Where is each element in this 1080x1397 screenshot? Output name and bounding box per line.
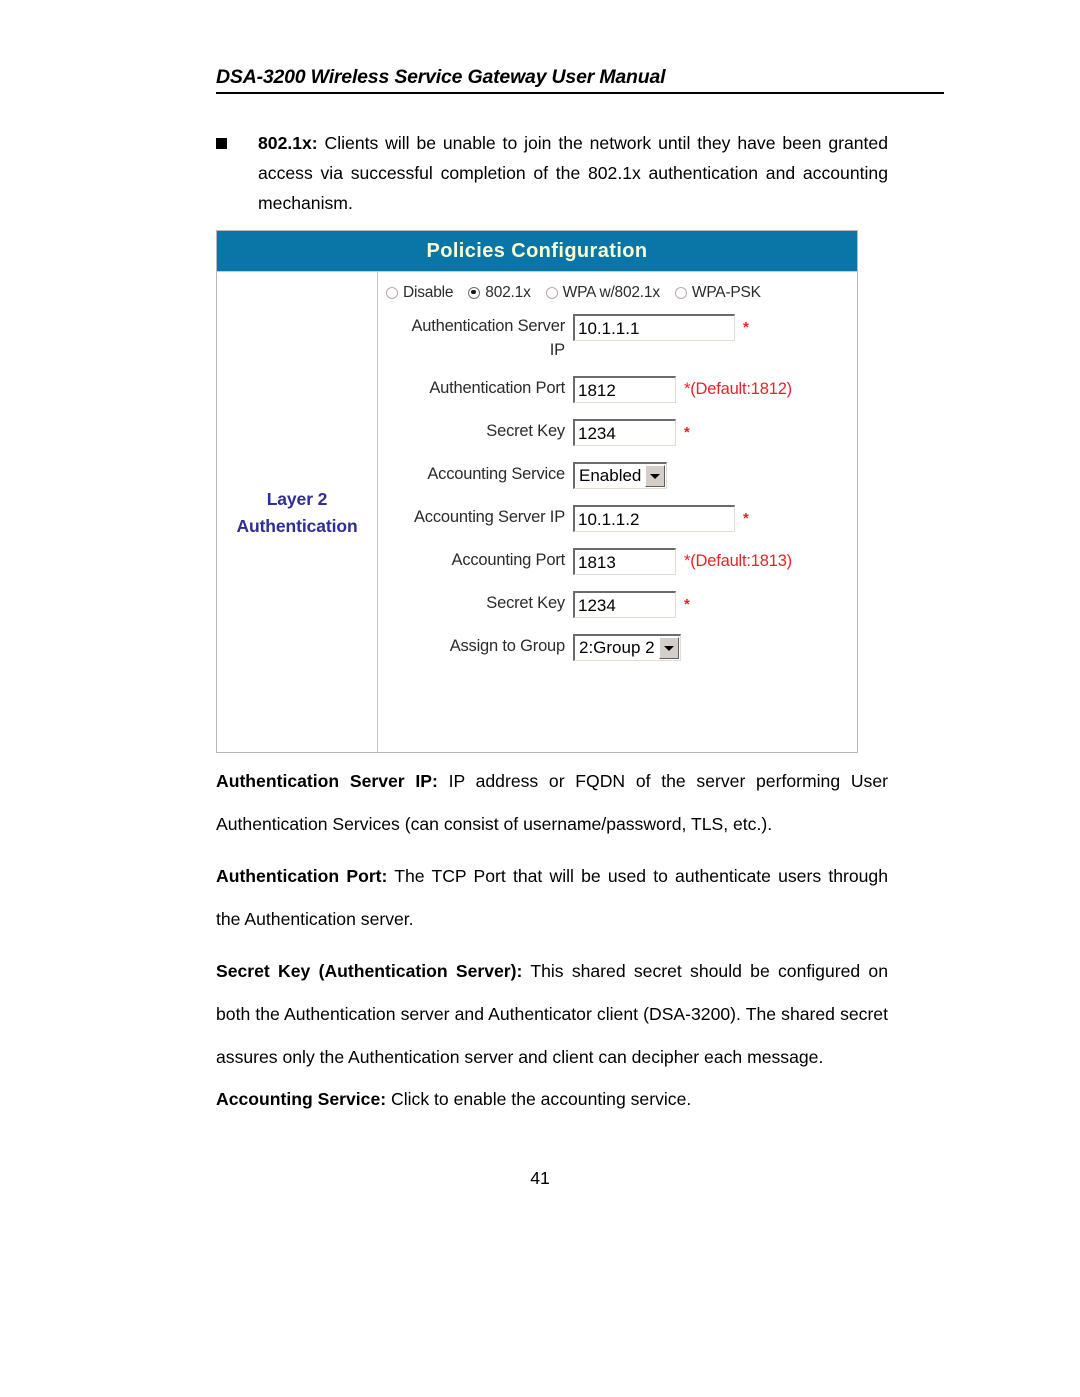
square-bullet-icon — [216, 138, 227, 149]
description-term-auth-server-ip: Authentication Server IP: — [216, 771, 438, 791]
required-asterisk-auth-secret-key: * — [684, 424, 690, 441]
input-auth-server-ip[interactable]: 10.1.1.1 — [573, 314, 735, 341]
description-secret-key: Secret Key (Authentication Server): This… — [216, 950, 888, 1079]
description-term-auth-port: Authentication Port: — [216, 866, 388, 886]
control-accounting-secret-key: 1234 * — [573, 591, 690, 618]
label-accounting-service: Accounting Service — [427, 465, 565, 483]
radio-label-wpa-psk: WPA-PSK — [691, 284, 761, 301]
control-accounting-service: Enabled — [573, 462, 668, 489]
input-accounting-port[interactable]: 1813 — [573, 548, 676, 575]
row-accounting-secret-key: Secret Key 1234 * — [378, 591, 857, 618]
radio-icon-wpa-psk[interactable] — [674, 287, 687, 299]
bullet-term: 802.1x: — [258, 133, 318, 153]
policies-configuration-panel: Policies Configuration Layer 2 Authentic… — [216, 230, 858, 753]
row-auth-server-ip: Authentication Server IP 10.1.1.1 * — [378, 314, 857, 362]
description-accounting-service: Accounting Service: Click to enable the … — [216, 1078, 888, 1121]
radio-icon-wpa-w-8021x[interactable] — [545, 287, 558, 299]
control-auth-port: 1812 *(Default:1812) — [573, 376, 792, 403]
row-accounting-port: Accounting Port 1813 *(Default:1813) — [378, 548, 857, 575]
panel-body: Layer 2 Authentication Disable 802.1x WP… — [217, 272, 857, 753]
radio-label-wpa-w-8021x: WPA w/802.1x — [562, 284, 660, 301]
required-asterisk-auth-server-ip: * — [743, 319, 749, 336]
sidebar-label-line2: Authentication — [236, 515, 358, 536]
control-auth-secret-key: 1234 * — [573, 419, 690, 446]
required-asterisk-accounting-secret-key: * — [684, 596, 690, 613]
document-header-title: DSA-3200 Wireless Service Gateway User M… — [216, 66, 666, 88]
description-auth-port: Authentication Port: The TCP Port that w… — [216, 855, 888, 941]
control-assign-to-group: 2:Group 2 — [573, 634, 681, 661]
radio-option-disable[interactable]: Disable — [386, 284, 453, 302]
description-text-accounting-service: Click to enable the accounting service. — [386, 1089, 692, 1109]
label-auth-server-ip-line2: IP — [549, 341, 565, 359]
select-assign-to-group[interactable]: 2:Group 2 — [573, 634, 681, 661]
control-auth-server-ip: 10.1.1.1 * — [573, 314, 749, 341]
radio-label-8021x: 802.1x — [485, 284, 531, 301]
row-accounting-service: Accounting Service Enabled — [378, 462, 857, 489]
document-header: DSA-3200 Wireless Service Gateway User M… — [216, 66, 944, 94]
radio-icon-disable[interactable] — [386, 287, 398, 299]
row-assign-to-group: Assign to Group 2:Group 2 — [378, 634, 857, 661]
label-accounting-port: Accounting Port — [451, 551, 566, 569]
label-auth-server-ip: Authentication Server IP — [378, 314, 573, 362]
control-accounting-server-ip: 10.1.1.2 * — [573, 505, 749, 532]
select-assign-to-group-value: 2:Group 2 — [579, 638, 655, 657]
row-auth-secret-key: Secret Key 1234 * — [378, 419, 857, 446]
row-accounting-server-ip: Accounting Server IP 10.1.1.2 * — [378, 505, 857, 532]
sidebar-label-line1: Layer 2 — [266, 488, 328, 509]
input-auth-port[interactable]: 1812 — [573, 376, 676, 403]
radio-option-wpa-w-8021x[interactable]: WPA w/802.1x — [545, 284, 660, 302]
description-auth-server-ip: Authentication Server IP: IP address or … — [216, 760, 888, 846]
label-auth-server-ip-line1: Authentication Server — [411, 317, 565, 335]
configuration-form: Disable 802.1x WPA w/802.1x WPA-PSK Auth… — [378, 272, 857, 753]
radio-icon-8021x[interactable] — [468, 287, 481, 299]
document-header-rule — [216, 92, 944, 94]
control-accounting-port: 1813 *(Default:1813) — [573, 548, 792, 575]
row-auth-port: Authentication Port 1812 *(Default:1812) — [378, 376, 857, 403]
label-auth-port: Authentication Port — [429, 379, 565, 397]
panel-title-bar: Policies Configuration — [217, 231, 857, 272]
label-auth-secret-key: Secret Key — [486, 422, 565, 440]
security-mode-radio-group: Disable 802.1x WPA w/802.1x WPA-PSK — [378, 284, 857, 302]
input-accounting-secret-key[interactable]: 1234 — [573, 591, 676, 618]
radio-option-8021x[interactable]: 802.1x — [468, 284, 531, 302]
label-accounting-secret-key: Secret Key — [486, 594, 565, 612]
select-accounting-service[interactable]: Enabled — [573, 462, 668, 489]
chevron-down-icon-group[interactable] — [658, 637, 679, 659]
page-number: 41 — [530, 1168, 550, 1188]
bullet-paragraph-text: 802.1x: Clients will be unable to join t… — [258, 128, 888, 218]
manual-page: DSA-3200 Wireless Service Gateway User M… — [0, 0, 1080, 1397]
panel-title: Policies Configuration — [426, 239, 648, 262]
bullet-body: Clients will be unable to join the netwo… — [258, 133, 888, 213]
select-accounting-service-value: Enabled — [579, 466, 642, 485]
label-accounting-server-ip: Accounting Server IP — [414, 508, 565, 526]
bullet-paragraph: 802.1x: Clients will be unable to join t… — [216, 128, 888, 218]
required-asterisk-accounting-server-ip: * — [743, 510, 749, 527]
label-assign-to-group: Assign to Group — [449, 637, 566, 655]
note-auth-port-default: *(Default:1812) — [684, 380, 792, 398]
radio-option-wpa-psk[interactable]: WPA-PSK — [674, 284, 761, 302]
input-accounting-server-ip[interactable]: 10.1.1.2 — [573, 505, 735, 532]
description-term-secret-key: Secret Key (Authentication Server): — [216, 961, 523, 981]
chevron-down-icon[interactable] — [645, 465, 666, 487]
sidebar-label: Layer 2 Authentication — [236, 486, 357, 540]
input-auth-secret-key[interactable]: 1234 — [573, 419, 676, 446]
note-accounting-port-default: *(Default:1813) — [684, 552, 792, 570]
radio-label-disable: Disable — [403, 284, 454, 301]
sidebar-item-layer2-authentication[interactable]: Layer 2 Authentication — [217, 272, 378, 753]
description-term-accounting-service: Accounting Service: — [216, 1089, 387, 1109]
